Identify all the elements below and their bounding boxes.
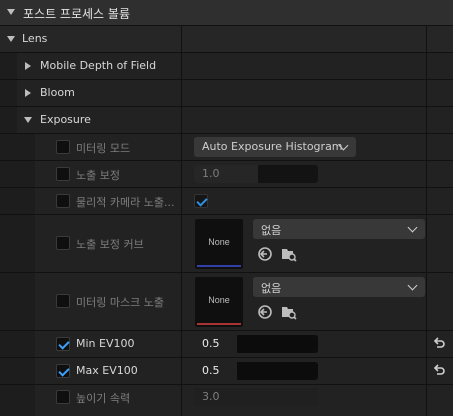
override-checkbox[interactable] (56, 294, 70, 308)
chevron-down-icon (407, 222, 418, 233)
field-value: 0.5 (202, 364, 220, 377)
chevron-down-icon (7, 36, 15, 42)
prop-physical-camera: 물리적 카메라 노출... (0, 188, 453, 215)
field-value: 3.0 (202, 390, 220, 403)
use-selected-icon[interactable] (257, 304, 273, 320)
field-value: 0.5 (202, 337, 220, 350)
speed-up-field[interactable]: 3.0 (194, 388, 318, 406)
group-label: Mobile Depth of Field (40, 59, 157, 72)
group-bloom[interactable]: Bloom (0, 80, 453, 107)
override-checkbox[interactable] (56, 140, 70, 154)
section-header[interactable]: 포스트 프로세스 볼륨 (0, 0, 453, 26)
max-ev100-field[interactable]: 0.5 (194, 362, 318, 380)
group-mobile-dof[interactable]: Mobile Depth of Field (0, 53, 453, 80)
physical-camera-checkbox[interactable] (194, 194, 208, 208)
group-label: Bloom (40, 86, 75, 99)
chevron-down-icon (7, 9, 15, 15)
thumbnail-label: None (208, 295, 230, 305)
thumbnail-label: None (208, 237, 230, 247)
chevron-down-icon (24, 117, 32, 123)
chevron-right-icon (25, 89, 31, 97)
prop-label: 물리적 카메라 노출... (76, 196, 175, 209)
prop-label: 미터링 모드 (76, 142, 131, 155)
dropdown-value: 없음 (261, 282, 282, 295)
override-checkbox[interactable] (56, 364, 70, 378)
prop-label: 미터링 마스크 노출 (76, 296, 164, 309)
min-ev100-field[interactable]: 0.5 (194, 335, 318, 353)
section-title: 포스트 프로세스 볼륨 (23, 7, 130, 21)
override-checkbox[interactable] (56, 337, 70, 351)
prop-label: 노출 보정 (76, 169, 120, 182)
asset-thumbnail[interactable]: None (195, 219, 243, 269)
group-label: Exposure (40, 113, 91, 126)
browse-icon[interactable] (281, 246, 297, 262)
chevron-right-icon (25, 62, 31, 70)
prop-exposure-comp: 노출 보정 1.0 (0, 161, 453, 188)
browse-icon[interactable] (281, 304, 297, 320)
prop-min-ev100: Min EV100 0.5 (0, 331, 453, 358)
prop-label: 노출 보정 커브 (76, 238, 144, 251)
override-checkbox[interactable] (56, 167, 70, 181)
group-exposure[interactable]: Exposure (0, 107, 453, 134)
prop-speed-up: 높이기 속력 3.0 (0, 385, 453, 416)
prop-metering-mask: 미터링 마스크 노출 None 없음 (0, 273, 453, 331)
override-checkbox[interactable] (56, 194, 70, 208)
override-checkbox[interactable] (56, 390, 70, 404)
prop-label: Min EV100 (76, 337, 135, 350)
reset-arrow-icon[interactable] (432, 337, 446, 351)
asset-picker-dropdown[interactable]: 없음 (253, 277, 425, 297)
category-label: Lens (22, 32, 48, 45)
chevron-down-icon (407, 280, 418, 291)
field-value: 1.0 (202, 167, 220, 180)
prop-label: 높이기 속력 (76, 392, 131, 405)
dropdown-value: 없음 (261, 224, 282, 237)
override-checkbox[interactable] (56, 236, 70, 250)
asset-thumbnail[interactable]: None (195, 277, 243, 327)
reset-arrow-icon[interactable] (432, 364, 446, 378)
details-panel: 포스트 프로세스 볼륨 Lens Mobile Depth of Field B… (0, 0, 453, 416)
dropdown-value: Auto Exposure Histogram (202, 140, 343, 153)
category-lens[interactable]: Lens (0, 26, 453, 53)
prop-label: Max EV100 (76, 364, 138, 377)
exposure-comp-field[interactable]: 1.0 (194, 165, 318, 183)
asset-picker-dropdown[interactable]: 없음 (253, 219, 425, 239)
metering-mode-dropdown[interactable]: Auto Exposure Histogram (194, 137, 356, 157)
prop-max-ev100: Max EV100 0.5 (0, 358, 453, 385)
prop-metering-mode: 미터링 모드 Auto Exposure Histogram (0, 134, 453, 161)
use-selected-icon[interactable] (257, 246, 273, 262)
prop-exposure-curve: 노출 보정 커브 None 없음 (0, 215, 453, 273)
